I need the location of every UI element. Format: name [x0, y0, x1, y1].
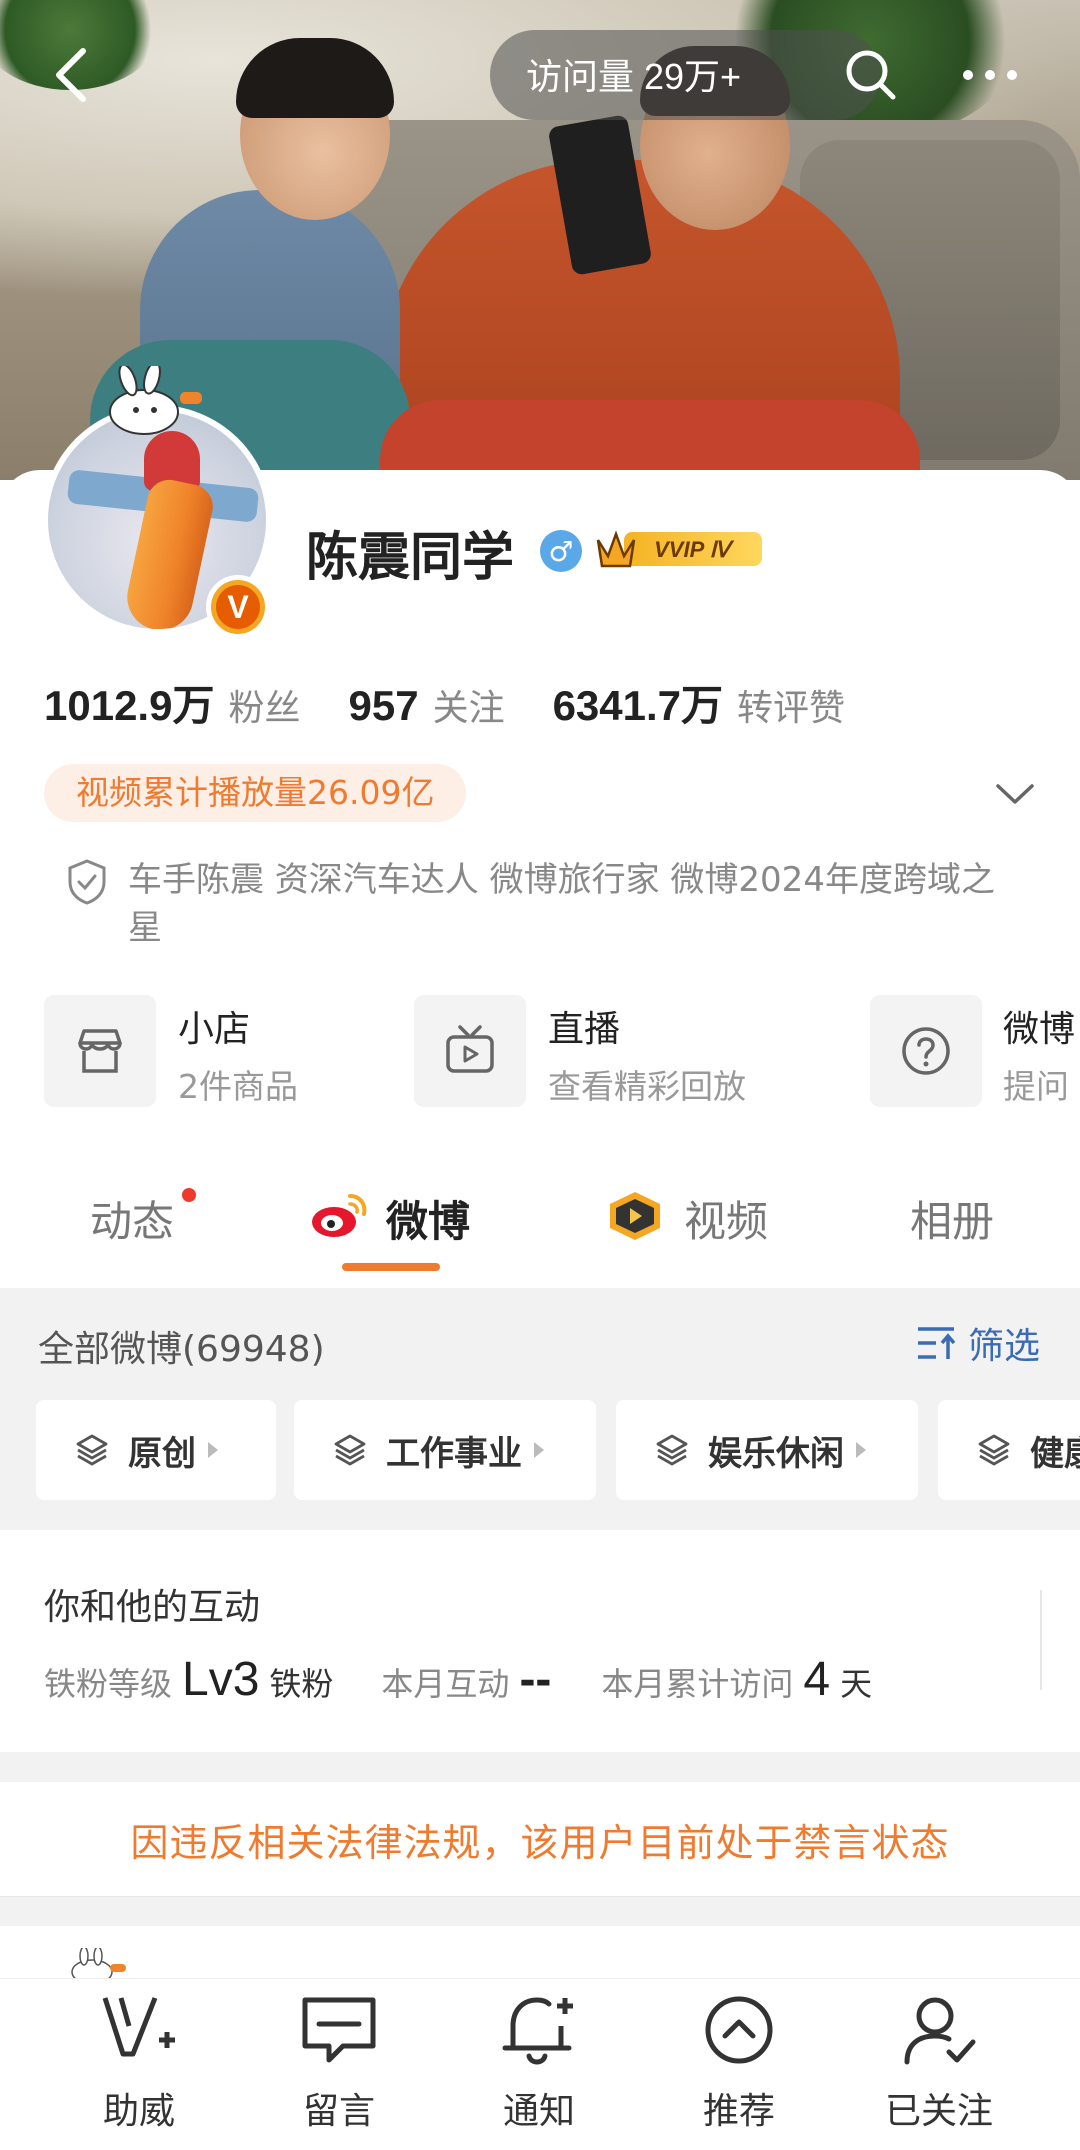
month-visit-label: 本月累计访问	[601, 1665, 794, 1703]
nav-followed[interactable]: 已关注	[859, 1990, 1019, 2140]
nav-notify[interactable]: 通知	[459, 1990, 619, 2140]
chevron-down-icon[interactable]	[990, 774, 1040, 814]
tv-icon	[446, 1025, 494, 1073]
chip-work[interactable]: 工作事业	[294, 1400, 596, 1500]
nav-recommend-label: 推荐	[702, 2091, 775, 2132]
fan-level-label: 铁粉等级	[44, 1665, 173, 1703]
tab-dynamics[interactable]: 动态	[90, 1188, 174, 1249]
ban-notice: 因违反相关法律法规，该用户目前处于禁言状态	[130, 1820, 950, 1865]
bunny-mascot-icon	[109, 366, 202, 435]
qa-subtitle[interactable]: 提问	[1003, 1060, 1069, 1108]
month-interact-value: --	[519, 1653, 552, 1706]
layers-icon	[334, 1434, 366, 1466]
stats-row: 1012.9万 粉丝 957 关注 6341.7万 转评赞	[44, 672, 893, 732]
month-visit-unit: 天	[840, 1665, 873, 1703]
gender-male-icon: ♂	[540, 530, 582, 572]
user-check-icon	[904, 1997, 976, 2065]
nav-notify-label: 通知	[502, 2091, 575, 2132]
visit-count[interactable]: 访问量 29万+	[526, 48, 741, 100]
top-bar: 访问量 29万+	[0, 0, 1080, 150]
nav-recommend[interactable]: 推荐	[659, 1990, 819, 2140]
month-visit-value: 4	[803, 1653, 831, 1706]
back-button[interactable]	[36, 40, 106, 110]
fan-level-value: Lv3	[182, 1653, 260, 1706]
tab-album[interactable]: 相册	[910, 1188, 994, 1249]
live-subtitle[interactable]: 查看精彩回放	[548, 1060, 746, 1108]
bell-plus-icon	[502, 1997, 573, 2065]
chip-arrow-icon	[208, 1442, 218, 1458]
chip-work-label: 工作事业	[386, 1433, 522, 1474]
section-separator	[0, 1752, 1080, 1782]
qa-tile[interactable]	[870, 995, 982, 1107]
nav-message[interactable]: 留言	[259, 1990, 419, 2140]
chip-original-label: 原创	[128, 1433, 196, 1474]
bunny-mascot-icon	[71, 1948, 126, 1982]
layers-icon	[76, 1434, 108, 1466]
nav-message-label: 留言	[302, 2091, 375, 2132]
chip-arrow-icon	[534, 1442, 544, 1458]
cheer-v-icon	[102, 1997, 175, 2057]
shop-icon	[78, 1029, 122, 1073]
more-dots-icon	[963, 70, 1017, 80]
username: 陈震同学	[306, 528, 515, 588]
shield-check-icon	[68, 859, 106, 905]
chip-original[interactable]: 原创	[36, 1400, 276, 1500]
chip-entertainment-label: 娱乐休闲	[708, 1433, 844, 1474]
month-interact-label: 本月互动	[381, 1665, 510, 1703]
tab-active-underline	[342, 1263, 440, 1271]
filter-label: 筛选	[968, 1326, 1041, 1367]
chip-entertainment[interactable]: 娱乐休闲	[616, 1400, 918, 1500]
verified-mark: V	[216, 585, 260, 629]
layers-icon	[978, 1434, 1010, 1466]
weibo-logo-icon	[312, 1194, 367, 1237]
cover-blanket	[380, 400, 920, 480]
live-tile[interactable]	[414, 995, 526, 1107]
live-title[interactable]: 直播	[548, 1000, 620, 1052]
more-button[interactable]	[950, 40, 1030, 110]
question-icon	[902, 1027, 950, 1075]
nav-cheer-label: 助威	[102, 2091, 175, 2132]
chip-health[interactable]: 健康	[938, 1400, 1080, 1500]
layers-icon	[656, 1434, 688, 1466]
tab-weibo[interactable]: 微博	[386, 1188, 470, 1249]
interaction-title: 你和他的互动	[44, 1587, 261, 1628]
nav-cheer[interactable]: 助威	[59, 1990, 219, 2140]
tab-dynamics-red-dot	[182, 1188, 196, 1202]
video-channel-icon	[610, 1192, 660, 1240]
followers-count[interactable]: 1012.9万	[44, 672, 214, 733]
interaction-row[interactable]: 铁粉等级 Lv3 铁粉 本月互动 -- 本月累计访问 4 天	[44, 1652, 920, 1707]
recommend-up-icon	[705, 1996, 773, 2064]
nav-followed-label: 已关注	[884, 2091, 993, 2132]
shop-title[interactable]: 小店	[178, 1000, 250, 1052]
section-separator	[0, 1896, 1080, 1926]
back-arrow-icon	[56, 48, 86, 102]
filter-button[interactable]: 筛选	[914, 1318, 1040, 1368]
tab-video[interactable]: 视频	[684, 1188, 768, 1249]
filter-sort-icon	[918, 1327, 956, 1359]
engagement-count[interactable]: 6341.7万	[553, 672, 723, 733]
verified-badge-icon: V	[206, 575, 270, 639]
vvip-badge-text: VVIP Ⅳ	[654, 537, 734, 562]
vvip-badge[interactable]: VVIP Ⅳ	[594, 526, 766, 572]
chip-health-label: 健康	[1030, 1433, 1080, 1474]
following-count[interactable]: 957	[348, 682, 418, 730]
fan-level-unit: 铁粉	[269, 1665, 334, 1703]
message-icon	[302, 1997, 376, 2063]
certification-text: 车手陈震 资深汽车达人 微博旅行家 微博2024年度跨域之星	[128, 860, 995, 948]
video-play-count-pill[interactable]: 视频累计播放量26.09亿	[44, 764, 467, 822]
shop-subtitle[interactable]: 2件商品	[178, 1060, 298, 1108]
engagement-label[interactable]: 转评赞	[737, 679, 845, 731]
chip-arrow-icon	[856, 1442, 866, 1458]
qa-title[interactable]: 微博	[1003, 1000, 1075, 1052]
search-icon	[846, 50, 896, 100]
shop-tile[interactable]	[44, 995, 156, 1107]
following-label[interactable]: 关注	[433, 679, 505, 731]
search-button[interactable]	[836, 40, 906, 110]
interaction-divider	[1040, 1590, 1042, 1690]
followers-label[interactable]: 粉丝	[228, 679, 300, 731]
all-weibo-count[interactable]: 全部微博(69948)	[38, 1320, 325, 1372]
